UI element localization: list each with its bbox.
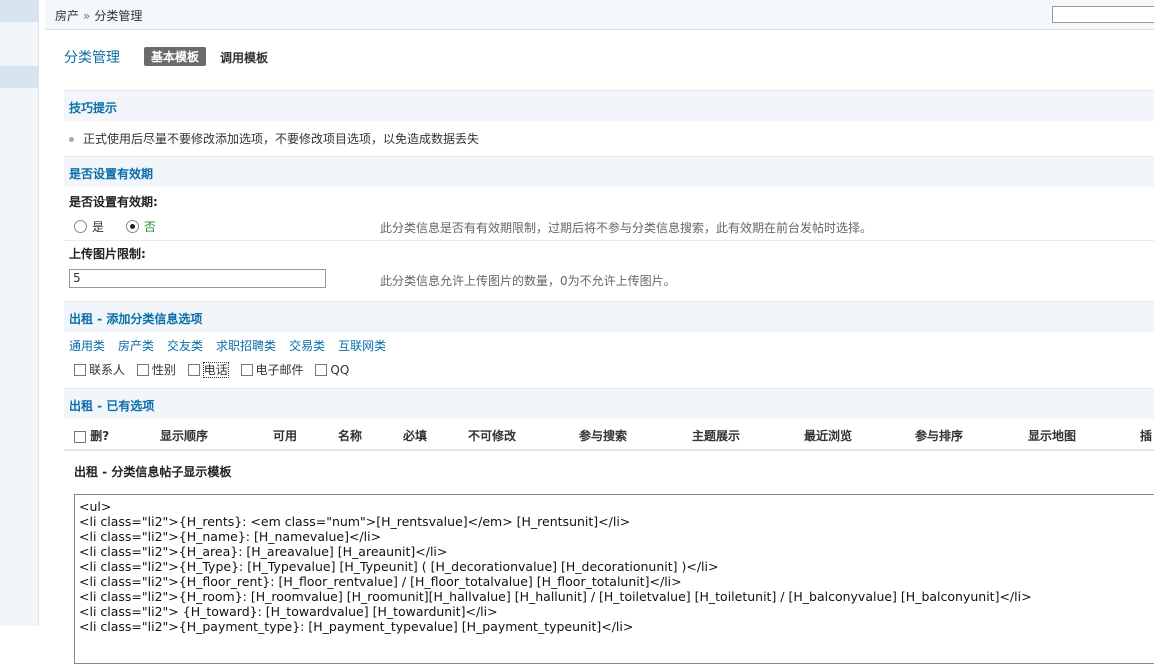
breadcrumb-section[interactable]: 房产 <box>55 9 79 23</box>
add-options-heading: 出租 - 添加分类信息选项 <box>69 312 203 326</box>
options-table-header: 删? 显示顺序 可用 名称 必填 不可修改 参与搜索 主题展示 最近浏览 参与排… <box>64 421 1154 451</box>
image-limit-label: 上传图片限制: <box>69 247 146 261</box>
column-required: 必填 <box>403 429 428 443</box>
checkbox-gender-label[interactable]: 性别 <box>152 363 176 377</box>
existing-section-header: 出租 - 已有选项 <box>64 388 1154 419</box>
checkbox-phone-label[interactable]: 电话 <box>202 362 229 378</box>
divider <box>64 240 1154 241</box>
template-code-textarea[interactable]: <ul> <li class="li2">{H_rents}: <em clas… <box>74 494 1154 664</box>
column-display-order: 显示顺序 <box>160 429 209 443</box>
tip-item: 正式使用后尽量不要修改添加选项，不要修改项目选项，以免造成数据丢失 <box>69 130 479 147</box>
checkbox-contact[interactable] <box>74 363 86 376</box>
validity-heading: 是否设置有效期 <box>69 167 154 181</box>
validity-hint: 此分类信息是否有有效期限制，过期后将不参与分类信息搜索，此有效期在前台发帖时选择… <box>380 221 873 235</box>
page-title: 分类管理 <box>64 50 120 66</box>
checkbox-gender[interactable] <box>136 363 149 376</box>
existing-heading: 出租 - 已有选项 <box>69 399 155 413</box>
left-sidebar <box>0 0 39 626</box>
column-sortable: 参与排序 <box>915 429 964 443</box>
checkbox-qq[interactable] <box>315 363 328 376</box>
checkbox-email[interactable] <box>240 363 253 376</box>
checkbox-phone[interactable] <box>187 363 200 376</box>
column-insert: 插 <box>1140 429 1153 443</box>
checkbox-select-all[interactable] <box>74 430 86 443</box>
image-limit-hint: 此分类信息允许上传图片的数量，0为不允许上传图片。 <box>380 274 676 288</box>
category-link-general[interactable]: 通用类 <box>69 339 105 353</box>
checkbox-email-label[interactable]: 电子邮件 <box>256 363 304 377</box>
validity-radio-group: 是 否 <box>74 218 174 235</box>
tip-text: 正式使用后尽量不要修改添加选项，不要修改项目选项，以免造成数据丢失 <box>83 132 480 146</box>
tips-heading: 技巧提示 <box>69 101 118 115</box>
radio-yes[interactable] <box>74 220 87 233</box>
column-searchable: 参与搜索 <box>579 429 628 443</box>
category-link-internet[interactable]: 互联网类 <box>338 339 386 353</box>
tab-call-template[interactable]: 调用模板 <box>220 49 268 66</box>
column-theme-display: 主题展示 <box>692 429 741 443</box>
category-link-realestate[interactable]: 房产类 <box>118 339 154 353</box>
column-show-map: 显示地图 <box>1028 429 1077 443</box>
sidebar-item-selected[interactable] <box>0 66 38 88</box>
checkbox-qq-label[interactable]: QQ <box>330 363 349 377</box>
template-heading: 出租 - 分类信息帖子显示模板 <box>74 465 232 479</box>
breadcrumb-page: 分类管理 <box>94 9 143 23</box>
checkbox-contact-label[interactable]: 联系人 <box>89 363 125 377</box>
bullet-icon <box>69 137 74 142</box>
tab-basic-template[interactable]: 基本模板 <box>144 47 207 66</box>
category-link-trade[interactable]: 交易类 <box>289 339 325 353</box>
tips-section-header: 技巧提示 <box>64 90 1154 121</box>
main-content: 分类管理 基本模板 调用模板 技巧提示 正式使用后尽量不要修改添加选项，不要修改… <box>64 30 1154 664</box>
validity-section-header: 是否设置有效期 <box>64 156 1154 187</box>
column-name: 名称 <box>338 429 363 443</box>
radio-yes-label[interactable]: 是 <box>92 220 104 234</box>
category-link-dating[interactable]: 交友类 <box>167 339 203 353</box>
add-options-section-header: 出租 - 添加分类信息选项 <box>64 301 1154 332</box>
image-limit-input[interactable]: 5 <box>69 269 326 288</box>
column-readonly: 不可修改 <box>468 429 517 443</box>
radio-no[interactable] <box>125 220 139 233</box>
validity-label: 是否设置有效期: <box>69 195 158 209</box>
top-search-input[interactable] <box>1052 6 1154 23</box>
category-links: 通用类 房产类 交友类 求职招聘类 交易类 互联网类 <box>69 337 399 354</box>
column-delete: 删? <box>74 427 109 444</box>
option-checkboxes: 联系人 性别 电话 电子邮件 QQ <box>74 361 357 378</box>
category-link-jobs[interactable]: 求职招聘类 <box>216 339 276 353</box>
radio-no-label[interactable]: 否 <box>144 220 156 234</box>
breadcrumb-separator: » <box>83 9 91 23</box>
sidebar-item-top[interactable] <box>0 0 38 22</box>
column-available: 可用 <box>273 429 298 443</box>
column-recent-view: 最近浏览 <box>804 429 853 443</box>
breadcrumb: 房产 » 分类管理 <box>55 7 142 24</box>
top-bar: 房产 » 分类管理 <box>45 0 1154 30</box>
